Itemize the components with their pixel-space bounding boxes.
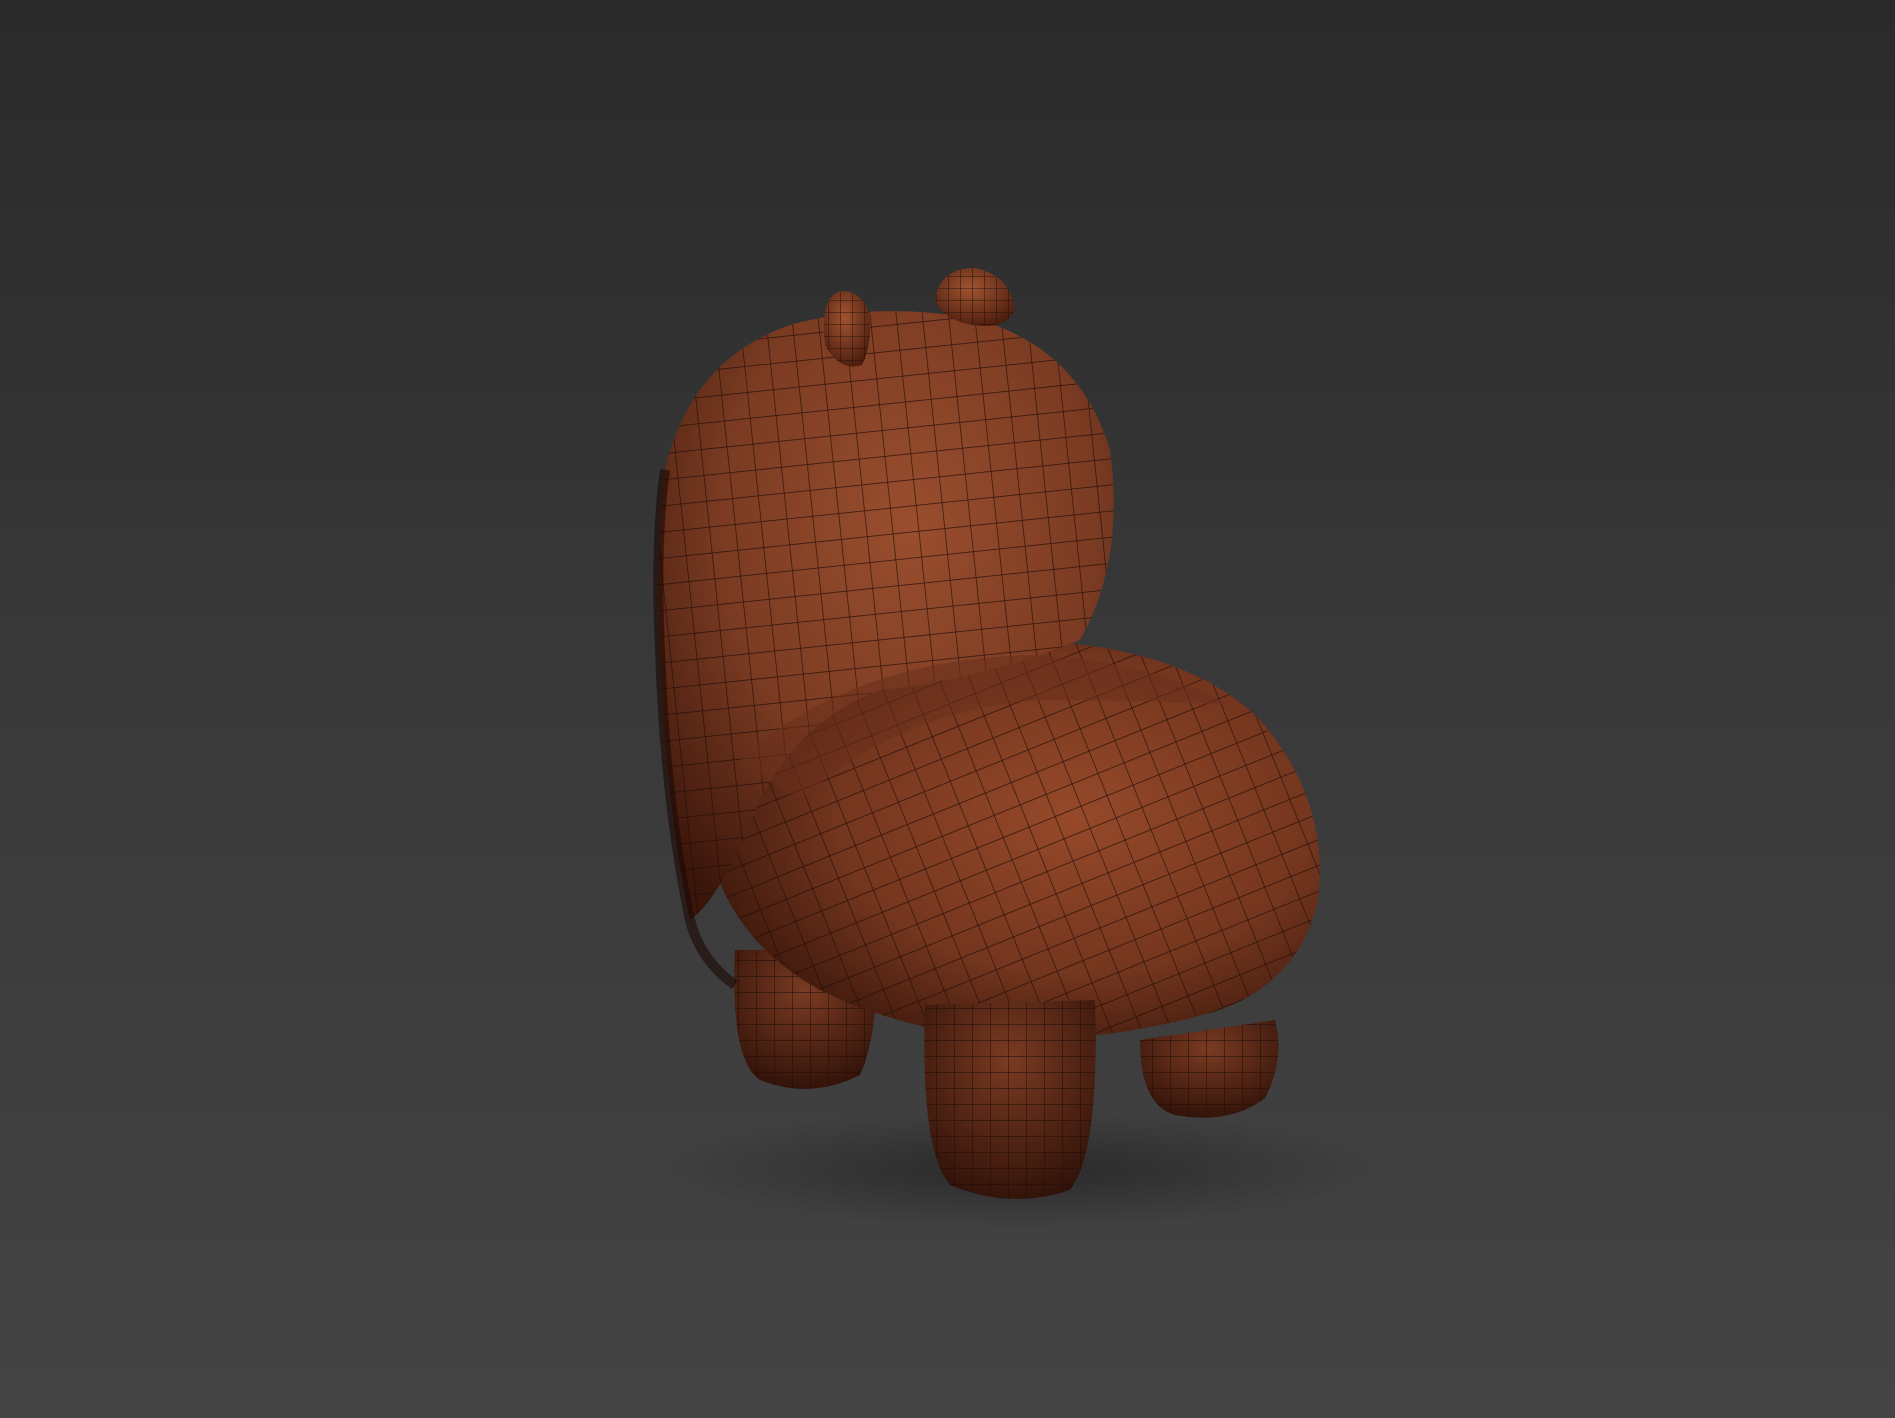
front-leg[interactable]: [924, 1000, 1096, 1199]
back-right-leg[interactable]: [1140, 1020, 1279, 1118]
3d-viewport[interactable]: [0, 0, 1895, 1418]
creature-model[interactable]: [0, 0, 1895, 1418]
